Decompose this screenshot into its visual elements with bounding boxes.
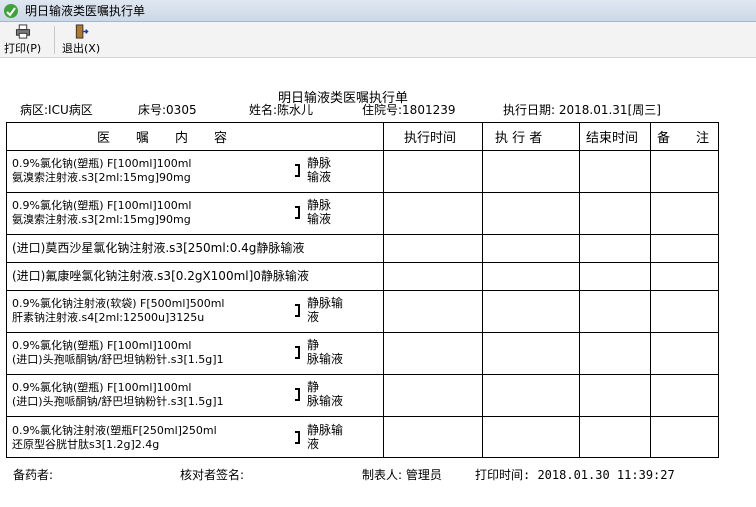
route-line-1: 静脉: [307, 156, 332, 170]
group-bracket: [295, 431, 300, 444]
route-line-2: 脉输液: [307, 352, 344, 366]
exit-button[interactable]: 退出(X): [62, 24, 100, 56]
route-line-1: 静脉: [307, 198, 332, 212]
group-bracket: [295, 164, 300, 177]
print-button[interactable]: 打印(P): [4, 24, 41, 56]
order-line-1: 0.9%氯化钠(塑瓶) F[100ml]100ml: [12, 381, 192, 394]
print-time: 打印时间: 2018.01.30 11:39:27: [475, 468, 675, 482]
table-row: 0.9%氯化钠(塑瓶) F[100ml]100ml (进口)头孢哌酮钠/舒巴坦钠…: [7, 332, 383, 374]
table-row: 0.9%氯化钠注射液(软袋) F[500ml]500ml 肝素钠注射液.s4[2…: [7, 290, 383, 332]
group-bracket: [295, 206, 300, 219]
checker-signature-label: 核对者签名:: [180, 468, 245, 482]
route-line-1: 静: [307, 380, 320, 394]
order-line-1: (进口)莫西沙星氯化钠注射液.s3[250ml:0.4g静脉输液: [12, 241, 305, 255]
admission-number: 住院号:1801239: [362, 103, 456, 117]
order-line-1: 0.9%氯化钠(塑瓶) F[100ml]100ml: [12, 199, 192, 212]
order-line-1: 0.9%氯化钠(塑瓶) F[100ml]100ml: [12, 157, 192, 170]
table-row: 0.9%氯化钠(塑瓶) F[100ml]100ml 氨溴索注射液.s3[2ml:…: [7, 150, 383, 192]
order-line-2: 肝素钠注射液.s4[2ml:12500u]3125u: [12, 311, 205, 324]
header-exec-time: 执行时间: [404, 131, 457, 146]
route-line-1: 静脉输: [307, 423, 344, 437]
ward-info: 病区:ICU病区: [20, 103, 93, 117]
group-bracket: [295, 346, 300, 359]
header-end-time: 结束时间: [586, 131, 639, 146]
order-line-2: (进口)头孢哌酮钠/舒巴坦钠粉针.s3[1.5g]1: [12, 353, 224, 366]
route-line-2: 液: [307, 310, 320, 324]
title-bar: 明日输液类医嘱执行单: [0, 0, 756, 22]
print-label: 打印(P): [4, 42, 42, 55]
table-row: (进口)氟康唑氯化钠注射液.s3[0.2gX100ml]0静脉输液: [7, 262, 383, 290]
route-line-1: 静脉输: [307, 296, 344, 310]
group-bracket: [295, 388, 300, 401]
route-line-1: 静: [307, 338, 320, 352]
execution-date: 执行日期: 2018.01.31[周三]: [503, 103, 661, 117]
toolbar: 打印(P) 退出(X): [0, 22, 756, 58]
route-line-2: 液: [307, 437, 320, 451]
app-leaf-icon: [4, 3, 18, 18]
exit-door-icon: [75, 24, 89, 39]
table-row: (进口)莫西沙星氯化钠注射液.s3[250ml:0.4g静脉输液: [7, 234, 383, 262]
table-row: 0.9%氯化钠注射液(塑瓶F[250ml]250ml 还原型谷胱甘肽s3[1.2…: [7, 416, 383, 458]
header-executor: 执 行 者: [495, 131, 543, 146]
orders-table: 医 嘱 内 容 执行时间 执 行 者 结束时间 备 注 0.9%氯化钠(塑瓶) …: [6, 122, 719, 458]
order-line-2: 氨溴索注射液.s3[2ml:15mg]90mg: [12, 213, 191, 226]
header-remark: 备 注: [657, 131, 710, 146]
order-line-1: 0.9%氯化钠(塑瓶) F[100ml]100ml: [12, 339, 192, 352]
report-page: 明日输液类医嘱执行单 病区:ICU病区 床号:0305 姓名:陈水儿 住院号:1…: [0, 58, 756, 507]
pharmacist-label: 备药者:: [13, 468, 54, 482]
group-bracket: [295, 304, 300, 317]
order-line-2: 氨溴索注射液.s3[2ml:15mg]90mg: [12, 171, 191, 184]
order-line-1: 0.9%氯化钠注射液(软袋) F[500ml]500ml: [12, 297, 225, 310]
table-row: 0.9%氯化钠(塑瓶) F[100ml]100ml 氨溴索注射液.s3[2ml:…: [7, 192, 383, 234]
order-line-2: 还原型谷胱甘肽s3[1.2g]2.4g: [12, 438, 160, 451]
maker-label: 制表人: 管理员: [362, 468, 442, 482]
order-line-1: 0.9%氯化钠注射液(塑瓶F[250ml]250ml: [12, 424, 217, 437]
patient-name: 姓名:陈水儿: [249, 103, 314, 117]
order-line-1: (进口)氟康唑氯化钠注射液.s3[0.2gX100ml]0静脉输液: [12, 269, 309, 283]
toolbar-separator: [54, 26, 55, 54]
printer-icon: [15, 24, 30, 39]
header-content: 医 嘱 内 容: [97, 131, 228, 146]
route-line-2: 脉输液: [307, 394, 344, 408]
exit-label: 退出(X): [62, 42, 101, 55]
order-line-2: (进口)头孢哌酮钠/舒巴坦钠粉针.s3[1.5g]1: [12, 395, 224, 408]
route-line-2: 输液: [307, 212, 332, 226]
table-row: 0.9%氯化钠(塑瓶) F[100ml]100ml (进口)头孢哌酮钠/舒巴坦钠…: [7, 374, 383, 416]
bed-info: 床号:0305: [138, 103, 197, 117]
window-title: 明日输液类医嘱执行单: [25, 4, 146, 18]
route-line-2: 输液: [307, 170, 332, 184]
